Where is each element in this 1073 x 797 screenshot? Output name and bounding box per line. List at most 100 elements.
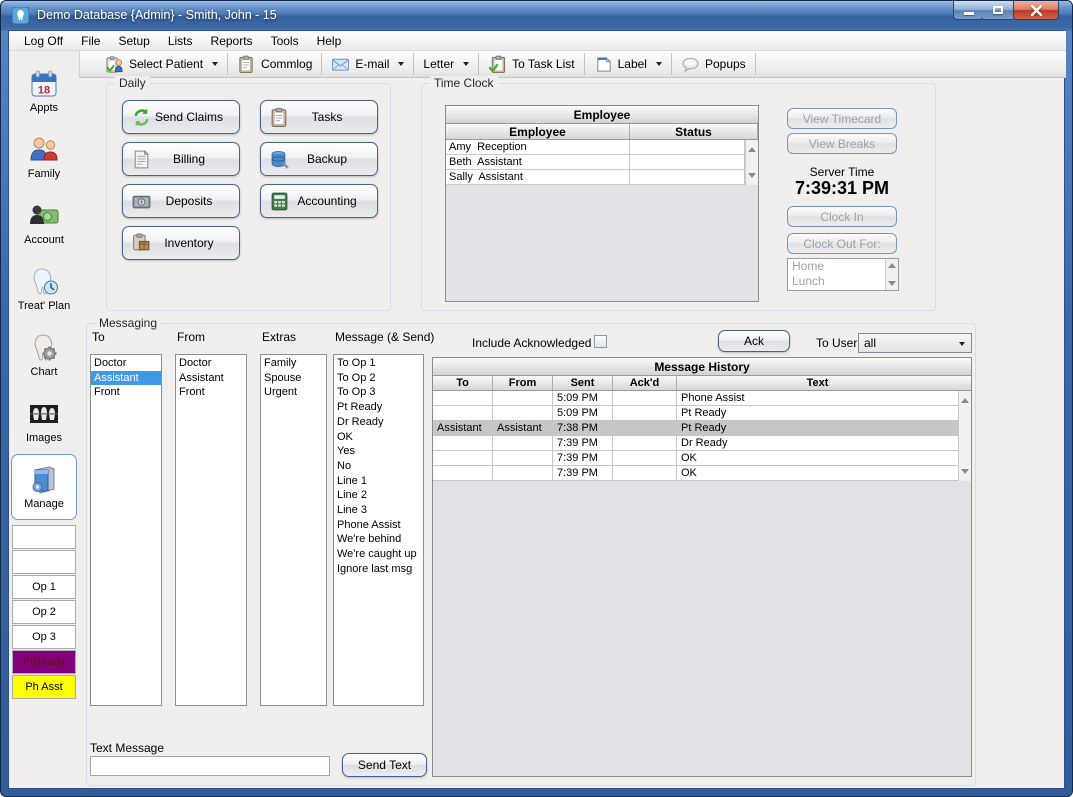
- toolbar-select-patient-button[interactable]: Select Patient: [96, 52, 227, 77]
- sidebar-module-images[interactable]: Images: [11, 388, 77, 454]
- list-item-assistant[interactable]: Assistant: [91, 371, 161, 386]
- billing-button[interactable]: Billing: [122, 142, 240, 176]
- clock-out-option-lunch[interactable]: Lunch: [788, 274, 898, 289]
- room-cell-op-2[interactable]: Op 2: [12, 600, 76, 624]
- history-scrollbar[interactable]: [958, 391, 971, 481]
- list-item-yes[interactable]: Yes: [334, 444, 423, 459]
- list-item-ok[interactable]: OK: [334, 430, 423, 445]
- message-send-listbox[interactable]: To Op 1To Op 2To Op 3Pt ReadyDr ReadyOKY…: [333, 354, 424, 706]
- messaging-group-label: Messaging: [95, 316, 161, 330]
- menu-item-reports[interactable]: Reports: [202, 32, 262, 50]
- speech-bubble-icon: [681, 55, 700, 74]
- list-item-front[interactable]: Front: [91, 385, 161, 400]
- list-item-pt-ready[interactable]: Pt Ready: [334, 400, 423, 415]
- list-item-family[interactable]: Family: [261, 356, 326, 371]
- ack-button[interactable]: Ack: [718, 330, 790, 352]
- tasks-button[interactable]: Tasks: [260, 100, 378, 134]
- menu-item-lists[interactable]: Lists: [159, 32, 202, 50]
- sidebar-module-family[interactable]: Family: [11, 124, 77, 190]
- from-listbox[interactable]: DoctorAssistantFront: [175, 354, 247, 706]
- treatplan-icon: [28, 266, 60, 298]
- list-item-dr-ready[interactable]: Dr Ready: [334, 415, 423, 430]
- employee-row[interactable]: Beth Assistant: [446, 155, 758, 170]
- employee-cell: [630, 170, 745, 184]
- room-cell-ptready[interactable]: PtReady: [12, 650, 76, 674]
- sidebar-module-chart[interactable]: Chart: [11, 322, 77, 388]
- list-item-doctor[interactable]: Doctor: [91, 356, 161, 371]
- extras-listbox[interactable]: FamilySpouseUrgent: [260, 354, 327, 706]
- inventory-button[interactable]: Inventory: [122, 226, 240, 260]
- toolbar-letter-button[interactable]: Letter: [414, 52, 478, 77]
- list-item-spouse[interactable]: Spouse: [261, 371, 326, 386]
- sidebar-module-account[interactable]: Account: [11, 190, 77, 256]
- list-item-to-op-1[interactable]: To Op 1: [334, 356, 423, 371]
- backup-button[interactable]: Backup: [260, 142, 378, 176]
- scroll-up-icon[interactable]: [888, 263, 896, 268]
- scroll-down-icon[interactable]: [888, 281, 896, 286]
- list-item-urgent[interactable]: Urgent: [261, 385, 326, 400]
- history-row[interactable]: 7:39 PMDr Ready: [433, 436, 971, 451]
- menu-item-tools[interactable]: Tools: [262, 32, 308, 50]
- send-claims-button[interactable]: Send Claims: [122, 100, 240, 134]
- room-cell-ph-asst[interactable]: Ph Asst: [12, 675, 76, 699]
- menu-item-log-off[interactable]: Log Off: [15, 32, 72, 50]
- maximize-button[interactable]: [983, 1, 1013, 20]
- history-row[interactable]: 7:39 PMOK: [433, 466, 971, 481]
- toolbar-e-mail-button[interactable]: E-mail: [322, 52, 413, 77]
- menu-item-setup[interactable]: Setup: [109, 32, 158, 50]
- room-cell-op-1[interactable]: Op 1: [12, 575, 76, 599]
- menu-item-help[interactable]: Help: [308, 32, 351, 50]
- list-item-line-1[interactable]: Line 1: [334, 474, 423, 489]
- list-item-front[interactable]: Front: [176, 385, 246, 400]
- clock-out-options-list[interactable]: HomeLunch: [787, 258, 899, 291]
- text-message-input[interactable]: [90, 756, 330, 776]
- list-item-to-op-2[interactable]: To Op 2: [334, 371, 423, 386]
- scroll-up-icon[interactable]: [961, 398, 969, 403]
- list-item-line-3[interactable]: Line 3: [334, 503, 423, 518]
- sidebar-module-manage[interactable]: Manage: [11, 454, 77, 520]
- to-listbox[interactable]: DoctorAssistantFront: [90, 354, 162, 706]
- clock-out-scrollbar[interactable]: [885, 259, 898, 290]
- scroll-down-icon[interactable]: [748, 173, 756, 178]
- clock-out-option-home[interactable]: Home: [788, 259, 898, 274]
- list-item-doctor[interactable]: Doctor: [176, 356, 246, 371]
- send-text-button[interactable]: Send Text: [342, 753, 427, 777]
- deposits-button[interactable]: Deposits: [122, 184, 240, 218]
- to-user-dropdown[interactable]: all: [858, 333, 972, 353]
- list-item-we-re-caught-up[interactable]: We're caught up: [334, 547, 423, 562]
- to-user-value: all: [864, 336, 876, 350]
- scroll-down-icon[interactable]: [961, 469, 969, 474]
- list-item-ignore-last-msg[interactable]: Ignore last msg: [334, 562, 423, 577]
- room-cell-blank[interactable]: [12, 550, 76, 574]
- employee-row[interactable]: Sally Assistant: [446, 170, 758, 185]
- room-cell-op-3[interactable]: Op 3: [12, 625, 76, 649]
- close-button[interactable]: [1013, 1, 1059, 20]
- list-item-phone-assist[interactable]: Phone Assist: [334, 518, 423, 533]
- menu-item-file[interactable]: File: [72, 32, 109, 50]
- employee-row[interactable]: Amy Reception: [446, 140, 758, 155]
- list-item-to-op-3[interactable]: To Op 3: [334, 385, 423, 400]
- sidebar-module-treat-plan[interactable]: Treat' Plan: [11, 256, 77, 322]
- list-item-we-re-behind[interactable]: We're behind: [334, 532, 423, 547]
- accounting-button[interactable]: Accounting: [260, 184, 378, 218]
- history-row[interactable]: 5:09 PMPt Ready: [433, 406, 971, 421]
- history-row[interactable]: 7:39 PMOK: [433, 451, 971, 466]
- list-item-no[interactable]: No: [334, 459, 423, 474]
- history-cell: [613, 421, 677, 435]
- toolbar-to-task-list-button[interactable]: To Task List: [479, 52, 583, 77]
- include-acknowledged-checkbox[interactable]: [594, 335, 607, 348]
- sidebar-module-appts[interactable]: 18Appts: [11, 58, 77, 124]
- history-row[interactable]: AssistantAssistant7:38 PMPt Ready: [433, 421, 971, 436]
- list-item-line-2[interactable]: Line 2: [334, 488, 423, 503]
- list-item-assistant[interactable]: Assistant: [176, 371, 246, 386]
- scroll-up-icon[interactable]: [748, 147, 756, 152]
- employee-scrollbar[interactable]: [745, 140, 758, 185]
- toolbar-popups-button[interactable]: Popups: [672, 52, 755, 77]
- history-row[interactable]: 5:09 PMPhone Assist: [433, 391, 971, 406]
- room-cell-blank[interactable]: [12, 525, 76, 549]
- minimize-button[interactable]: [953, 1, 983, 20]
- chevron-down-icon: [212, 62, 218, 66]
- toolbar-commlog-button[interactable]: Commlog: [228, 52, 321, 77]
- toolbar-label-button[interactable]: Label: [585, 52, 671, 77]
- history-header-sent: Sent: [553, 376, 613, 390]
